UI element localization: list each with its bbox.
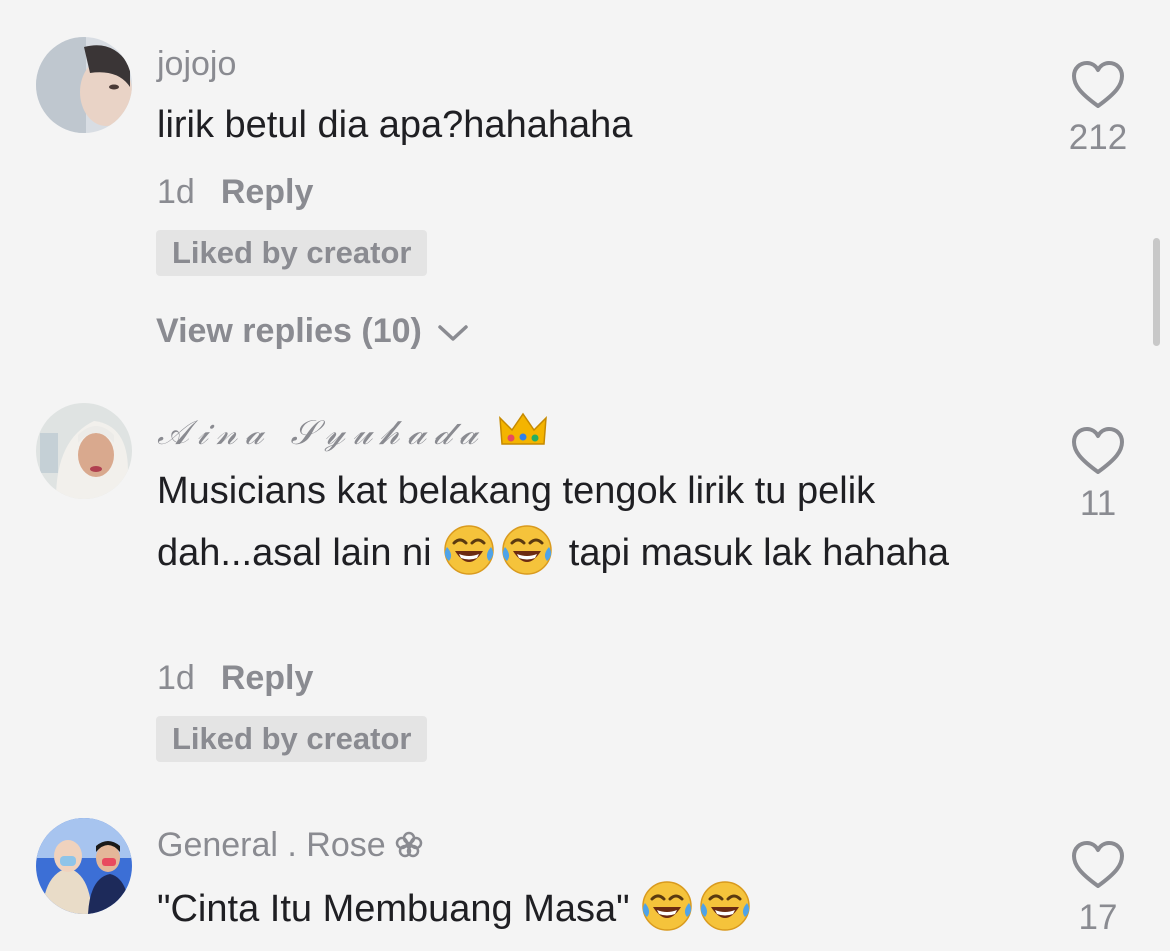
chevron-down-icon xyxy=(438,325,469,341)
comment-meta: 1d Reply xyxy=(157,172,313,212)
like-count: 212 xyxy=(1068,118,1128,157)
reply-button[interactable]: Reply xyxy=(221,173,314,211)
avatar[interactable] xyxy=(36,818,132,914)
scrollbar-thumb[interactable] xyxy=(1153,238,1160,346)
comment-text-body: "Cinta Itu Membuang Masa" xyxy=(157,888,630,930)
username[interactable]: jojojo xyxy=(157,44,236,84)
like-control: 212 xyxy=(1060,58,1136,158)
username[interactable]: 𝒜𝒾𝓃𝒶 𝒮𝓎𝓊𝒽𝒶𝒹𝒶 xyxy=(157,410,548,459)
username-text: 𝒜𝒾𝓃𝒶 𝒮𝓎𝓊𝒽𝒶𝒹𝒶 xyxy=(157,413,486,453)
flower-icon xyxy=(394,829,424,869)
heart-outline-icon[interactable] xyxy=(1070,838,1126,894)
username[interactable]: General . Rose xyxy=(157,825,424,869)
like-count: 17 xyxy=(1078,898,1118,937)
like-count: 11 xyxy=(1079,484,1117,523)
face-with-tears-of-joy-emoji xyxy=(442,523,496,577)
timestamp: 1d xyxy=(157,173,195,211)
avatar[interactable] xyxy=(36,37,132,133)
view-replies-button[interactable]: View replies (10) xyxy=(156,311,469,351)
crown-emoji xyxy=(498,410,548,459)
like-control: 17 xyxy=(1060,838,1136,938)
comment-meta: 1d Reply xyxy=(157,658,313,698)
comment-text: Musicians kat belakang tengok lirik tu p… xyxy=(157,460,1027,584)
avatar[interactable] xyxy=(36,403,132,499)
face-with-tears-of-joy-emoji xyxy=(500,523,554,577)
liked-by-creator-badge: Liked by creator xyxy=(156,716,428,762)
reply-button[interactable]: Reply xyxy=(221,659,314,697)
liked-by-creator-badge: Liked by creator xyxy=(156,230,428,276)
username-text: General . Rose xyxy=(157,826,386,864)
view-replies-label: View replies (10) xyxy=(156,312,422,350)
heart-outline-icon[interactable] xyxy=(1070,58,1126,114)
comment-text: lirik betul dia apa?hahahaha xyxy=(157,104,633,146)
face-with-tears-of-joy-emoji xyxy=(640,879,694,933)
comment-text-part2: tapi masuk lak hahaha xyxy=(568,532,950,574)
timestamp: 1d xyxy=(157,659,195,697)
face-with-tears-of-joy-emoji xyxy=(698,879,752,933)
like-control: 11 xyxy=(1060,424,1136,524)
heart-outline-icon[interactable] xyxy=(1070,424,1126,480)
comment-text: "Cinta Itu Membuang Masa" xyxy=(157,878,1027,940)
